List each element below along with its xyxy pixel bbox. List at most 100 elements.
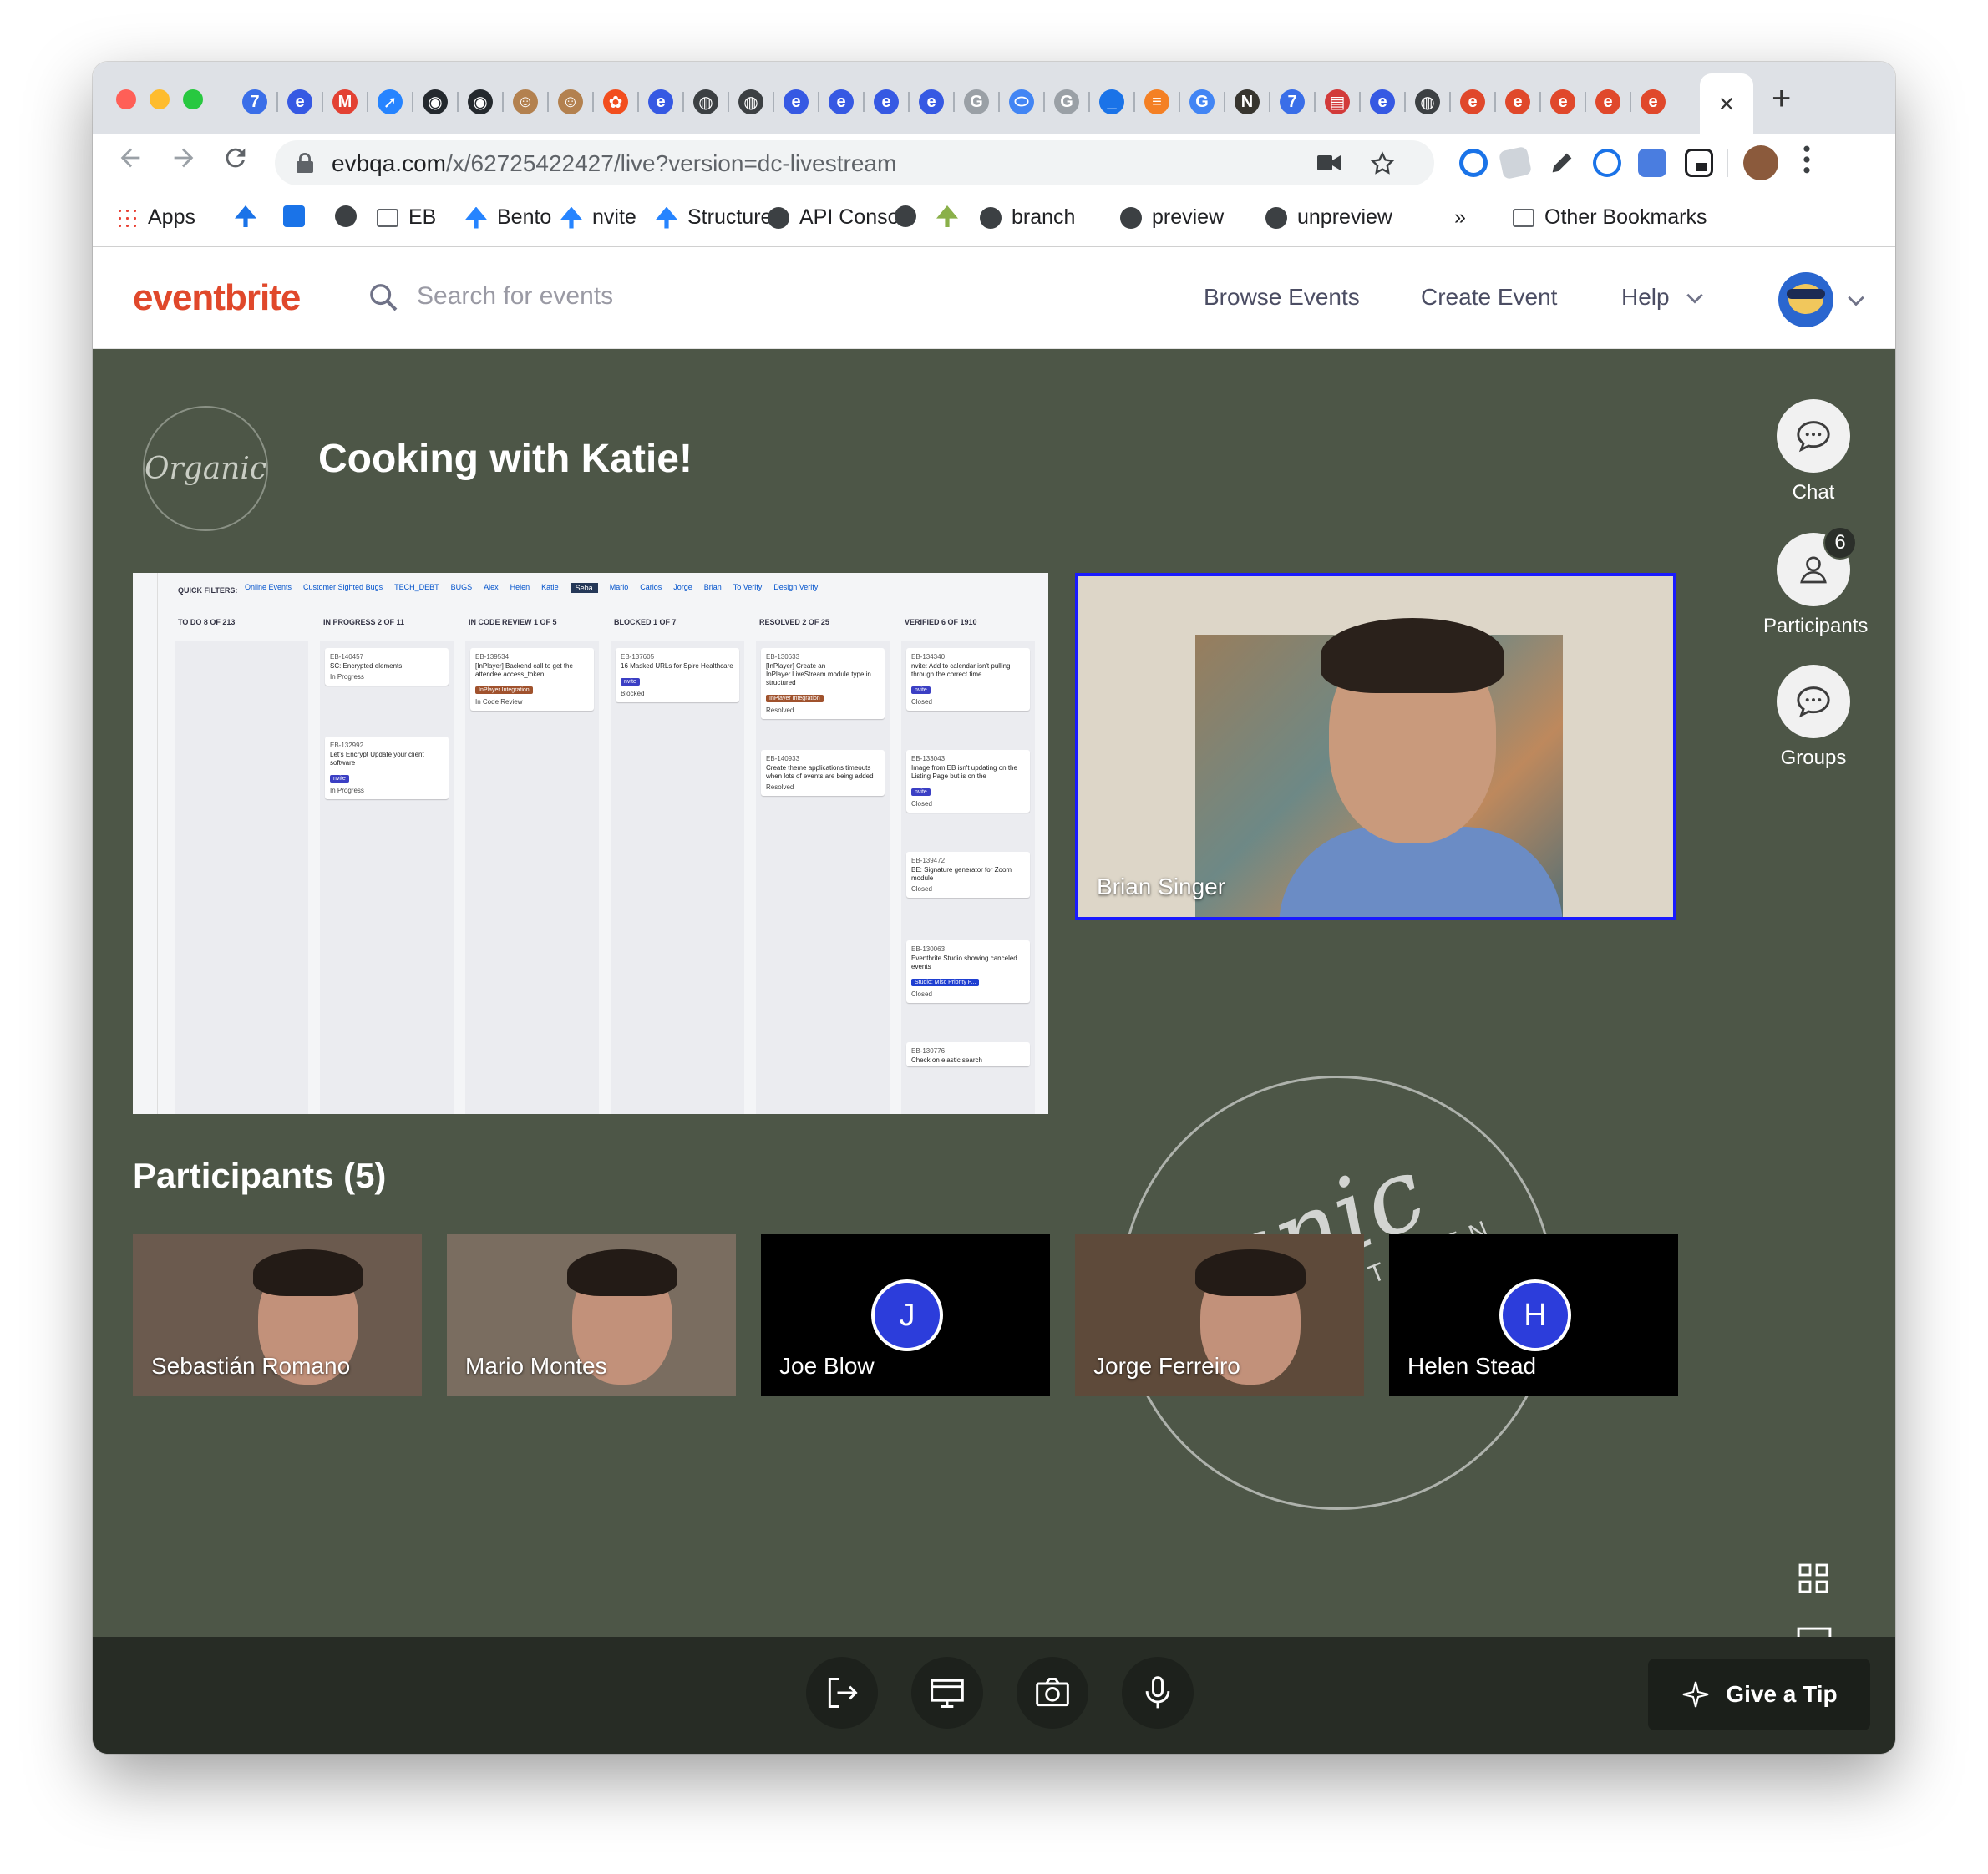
pencil-icon[interactable] [1548,149,1576,177]
close-window-button[interactable] [116,89,136,109]
bookmark-item[interactable]: EB [377,205,436,230]
browser-tab[interactable]: G [1179,84,1222,120]
kanban-card[interactable]: EB-132992 Let's Encrypt Update your clien… [325,737,449,799]
bookmark-star-icon[interactable] [1369,150,1396,177]
quick-filter[interactable]: TECH_DEBT [394,583,439,593]
participants-rail-button[interactable]: 6 Participants [1763,526,1868,638]
new-tab-button[interactable]: + [1772,80,1791,118]
profile-avatar[interactable] [1743,145,1778,180]
forward-icon[interactable] [170,144,198,180]
browser-tab[interactable]: e [863,84,906,120]
quick-filter[interactable]: Seba [570,583,598,593]
kanban-card[interactable]: EB-140933 Create theme applications timeo… [761,750,885,796]
kanban-card[interactable]: EB-130633 [InPlayer] Create an InPlayer.L… [761,648,885,719]
bookmark-item[interactable]: Bento [465,205,551,230]
browser-tab[interactable]: ◍ [728,84,771,120]
search-input[interactable] [417,282,834,311]
bookmark-item[interactable]: » [1454,205,1466,230]
minimize-window-button[interactable] [150,89,170,109]
active-tab[interactable]: × [1700,73,1753,134]
quick-filter[interactable]: Mario [610,583,629,593]
participant-tile[interactable]: Mario Montes [447,1234,736,1396]
give-a-tip-button[interactable]: Give a Tip [1648,1659,1870,1730]
browser-tab[interactable]: 7 [1269,84,1312,120]
bookmark-item[interactable] [936,205,958,227]
kanban-card[interactable]: EB-140457 SC: Encrypted elements In Progre… [325,648,449,686]
kanban-card[interactable]: EB-139534 [InPlayer] Backend call to get … [470,648,594,711]
quick-filter[interactable]: To Verify [733,583,763,593]
browser-tab[interactable]: e [1630,84,1673,120]
browser-tab[interactable]: ◉ [412,84,455,120]
quick-filter[interactable]: Jorge [673,583,692,593]
back-icon[interactable] [116,144,145,180]
browser-tab[interactable]: ⬭ [998,84,1042,120]
browser-tab[interactable]: e [1539,84,1583,120]
kanban-card[interactable]: EB-137605 16 Masked URLs for Spire Health… [616,648,739,702]
account-chevron-icon[interactable] [1847,296,1865,307]
screen-share-video[interactable]: QUICK FILTERS: Online Events Customer Sig… [133,573,1048,1114]
address-bar[interactable]: evbqa.com/x/62725422427/live?version=dc-… [275,140,1434,185]
browser-tab[interactable]: M [322,84,365,120]
quick-filter[interactable]: Carlos [640,583,662,593]
participant-tile[interactable]: Jorge Ferreiro [1075,1234,1364,1396]
quick-filter[interactable]: BUGS [451,583,473,593]
browser-tab[interactable]: e [1494,84,1538,120]
browser-tab[interactable]: ▤ [1314,84,1357,120]
chat-rail-button[interactable]: Chat [1763,399,1864,504]
browser-tab[interactable]: e [773,84,816,120]
browser-tab[interactable]: ☺ [547,84,591,120]
bookmark-item[interactable] [283,205,305,227]
bookmark-item[interactable] [335,205,357,227]
bookmark-item[interactable]: nvite [560,205,636,230]
browser-tab[interactable]: ◍ [1404,84,1448,120]
bookmark-item[interactable]: branch [980,205,1075,230]
browser-tab[interactable]: _ [1088,84,1132,120]
user-avatar[interactable] [1778,272,1833,327]
browse-events-link[interactable]: Browse Events [1204,284,1360,311]
participant-tile[interactable]: Sebastián Romano [133,1234,422,1396]
browser-tab[interactable]: e [276,84,320,120]
quick-filter[interactable]: Design Verify [773,583,818,593]
browser-tab[interactable]: e [1585,84,1628,120]
browser-tab[interactable]: e [1359,84,1402,120]
quick-filter[interactable]: Helen [510,583,530,593]
picture-in-picture-icon[interactable] [1685,149,1713,177]
kanban-card[interactable]: EB-134340 nvite: Add to calendar isn't pu… [906,648,1030,711]
quick-filter[interactable]: Katie [541,583,559,593]
camera-icon[interactable] [1017,1657,1088,1729]
kebab-menu-icon[interactable] [1802,145,1812,181]
browser-tab[interactable]: ≡ [1133,84,1177,120]
bookmark-item[interactable]: preview [1120,205,1224,230]
quick-filter[interactable]: Alex [484,583,499,593]
bookmark-item[interactable] [235,205,256,227]
browser-tab[interactable]: ✿ [592,84,636,120]
close-tab-icon[interactable]: × [1719,89,1735,119]
extension-circle-icon[interactable] [1459,149,1488,177]
speaker-video[interactable]: Brian Singer [1075,573,1676,920]
chat-icon[interactable] [1777,399,1850,473]
extension-refresh-icon[interactable] [1593,149,1621,177]
bookmark-item[interactable]: Other Bookmarks [1513,205,1707,230]
bookmark-item[interactable]: unpreview [1265,205,1392,230]
quick-filter[interactable]: Brian [704,583,722,593]
bookmark-item[interactable]: Apps [116,205,195,230]
reload-icon[interactable] [221,144,250,180]
leave-icon[interactable] [806,1657,878,1729]
groups-rail-button[interactable]: Groups [1763,665,1864,770]
extension-card-icon[interactable] [1498,145,1533,180]
screen-share-icon[interactable] [911,1657,983,1729]
bookmark-item[interactable]: API Console [768,205,915,230]
kanban-card[interactable]: EB-139472 BE: Signature generator for Zoo… [906,852,1030,898]
maximize-window-button[interactable] [183,89,203,109]
browser-tab[interactable]: e [1449,84,1493,120]
browser-tab[interactable]: ◍ [682,84,726,120]
microphone-icon[interactable] [1122,1657,1194,1729]
quick-filter[interactable]: Customer Sighted Bugs [303,583,383,593]
browser-tab[interactable]: ☺ [502,84,545,120]
translate-icon[interactable] [1638,149,1666,177]
grid-view-icon[interactable] [1798,1563,1828,1593]
bookmark-item[interactable] [895,205,916,227]
person-icon[interactable]: 6 [1777,526,1857,606]
kanban-card[interactable]: EB-133043 Image from EB isn't updating on… [906,750,1030,813]
participant-tile[interactable]: J Joe Blow [761,1234,1050,1396]
